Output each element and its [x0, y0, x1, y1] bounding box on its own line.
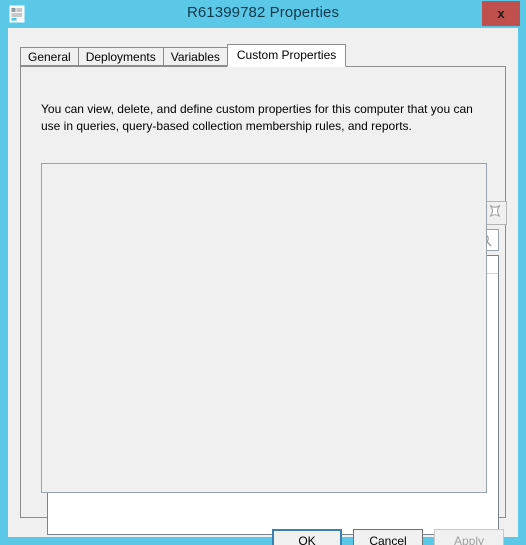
tab-variables[interactable]: Variables — [162, 47, 228, 66]
dialog-footer: OK Cancel Apply — [8, 525, 518, 545]
properties-window: R61399782 Properties x General Deploymen… — [0, 0, 526, 545]
tab-custom-properties[interactable]: Custom Properties — [226, 44, 347, 67]
apply-button: Apply — [434, 529, 504, 545]
window-title: R61399782 Properties — [186, 4, 340, 21]
x-delete-icon — [487, 203, 503, 224]
custom-properties-group-panel — [41, 163, 487, 493]
tab-deployments[interactable]: Deployments — [77, 47, 164, 66]
page-description: You can view, delete, and define custom … — [41, 102, 473, 133]
client-area: General Deployments Variables Custom Pro… — [8, 28, 518, 545]
close-button[interactable]: x — [482, 1, 520, 26]
tab-strip: General Deployments Variables Custom Pro… — [20, 44, 347, 67]
tab-general[interactable]: General — [20, 47, 79, 66]
title-bar: R61399782 Properties x — [0, 0, 526, 28]
cancel-button[interactable]: Cancel — [353, 529, 423, 545]
tab-page-custom-properties: You can view, delete, and define custom … — [20, 66, 507, 535]
ok-button[interactable]: OK — [272, 529, 342, 545]
